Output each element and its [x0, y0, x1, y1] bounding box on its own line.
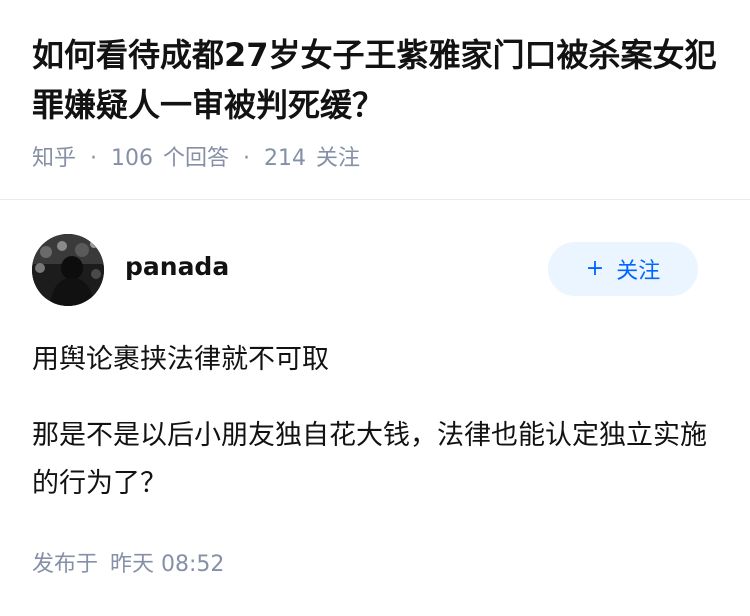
plus-icon: +	[585, 256, 605, 281]
author-name[interactable]: panada	[125, 250, 229, 284]
publish-time: 发布于 昨天 08:52	[32, 549, 224, 581]
question-title[interactable]: 如何看待成都27岁女子王紫雅家门口被杀案女犯罪嫌疑人一审被判死缓？	[32, 30, 718, 130]
avatar[interactable]	[32, 234, 104, 306]
answer-card: panada + 关注 用舆论裹挟法律就不可取 那是不是以后小朋友独自花大钱，法…	[0, 201, 750, 616]
follower-count: 214	[264, 146, 307, 171]
source-label[interactable]: 知乎	[32, 143, 76, 175]
question-meta: 知乎 · 106 个回答 · 214 关注	[32, 143, 360, 175]
meta-separator: ·	[90, 146, 98, 171]
answer-content[interactable]: 用舆论裹挟法律就不可取 那是不是以后小朋友独自花大钱，法律也能认定独立实施的行为…	[32, 336, 718, 508]
answer-paragraph: 用舆论裹挟法律就不可取	[32, 344, 329, 375]
follow-button[interactable]: + 关注	[548, 242, 698, 296]
answer-count-label[interactable]: 个回答	[163, 143, 229, 175]
answer-count: 106	[111, 146, 154, 171]
answer-paragraph: 那是不是以后小朋友独自花大钱，法律也能认定独立实施的行为了？	[32, 420, 707, 499]
author-row: panada + 关注	[32, 234, 718, 306]
follower-count-label: 关注	[316, 146, 361, 171]
avatar-image	[32, 234, 104, 306]
follow-button-label: 关注	[616, 259, 661, 284]
publish-datetime: 昨天 08:52	[110, 552, 225, 577]
publish-prefix: 发布于	[32, 552, 99, 577]
meta-separator: ·	[243, 146, 251, 171]
